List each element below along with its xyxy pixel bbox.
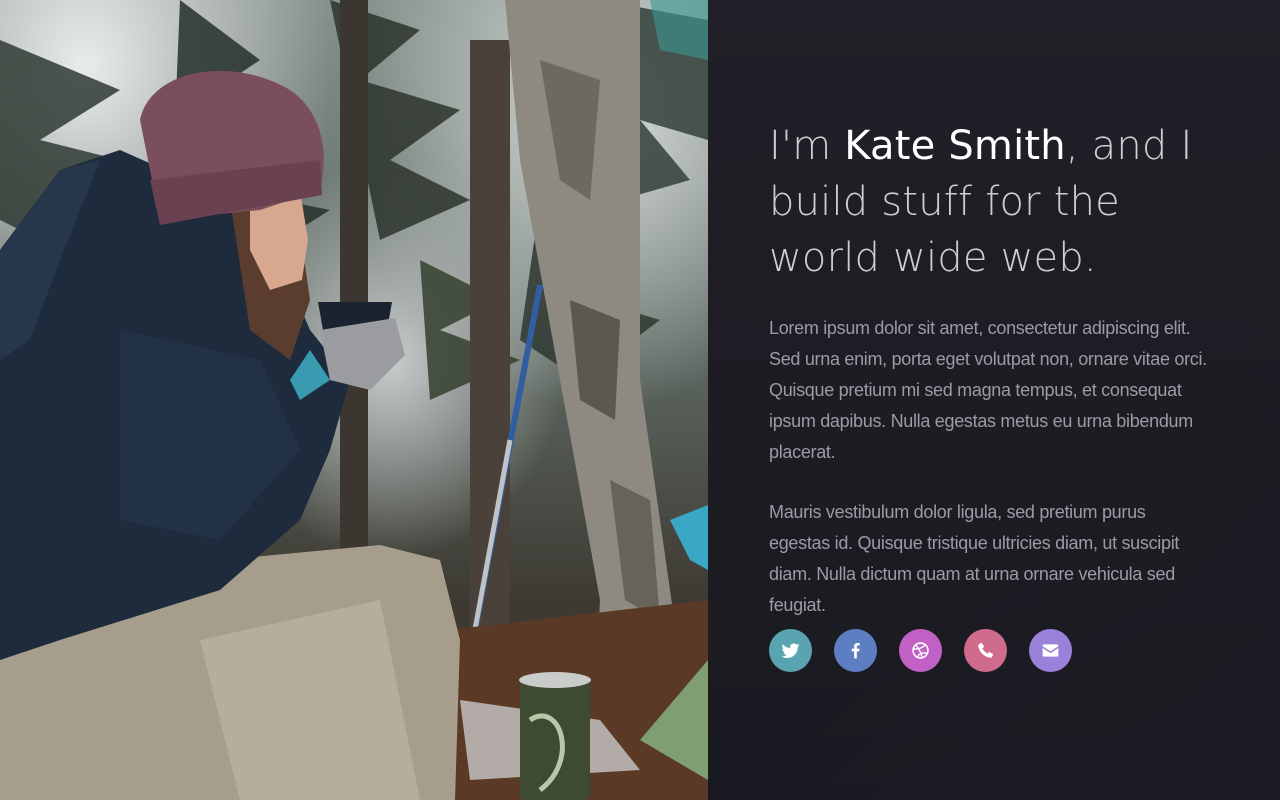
- headline: I'm Kate Smith, and I build stuff for th…: [769, 118, 1229, 286]
- bio-paragraph-2: Mauris vestibulum dolor ligula, sed pret…: [769, 502, 1180, 615]
- twitter-button[interactable]: [769, 629, 812, 672]
- email-icon: [1042, 644, 1059, 657]
- hero-photo: [0, 0, 708, 800]
- facebook-icon: [851, 642, 860, 659]
- phone-icon: [978, 642, 994, 658]
- social-links: [769, 629, 1072, 672]
- headline-prefix: I'm: [769, 123, 845, 169]
- forest-scene-illustration: [0, 0, 708, 800]
- facebook-button[interactable]: [834, 629, 877, 672]
- phone-button[interactable]: [964, 629, 1007, 672]
- email-button[interactable]: [1029, 629, 1072, 672]
- twitter-icon: [781, 643, 800, 659]
- dribbble-button[interactable]: [899, 629, 942, 672]
- bio-paragraph-1: Lorem ipsum dolor sit amet, consectetur …: [769, 318, 1207, 462]
- author-name: Kate Smith: [844, 123, 1066, 169]
- intro-panel: I'm Kate Smith, and I build stuff for th…: [708, 0, 1280, 800]
- dribbble-icon: [912, 642, 929, 659]
